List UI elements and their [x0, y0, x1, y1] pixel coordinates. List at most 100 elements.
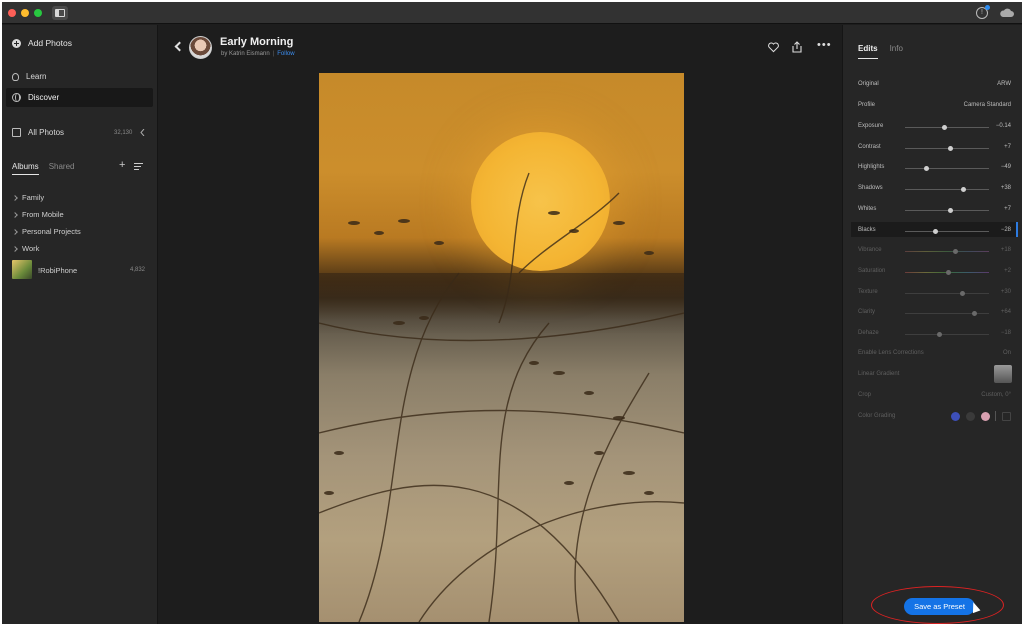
lens-corrections-value[interactable]: On: [1003, 350, 1011, 356]
slider-track[interactable]: [905, 269, 989, 275]
main-photo[interactable]: [319, 73, 684, 622]
zoom-window-button[interactable]: [34, 9, 42, 17]
original-label: Original: [858, 81, 879, 87]
slider-track[interactable]: [905, 332, 989, 337]
grass-silhouettes: [319, 172, 684, 622]
tab-shared[interactable]: Shared: [49, 162, 75, 175]
color-grading-label: Color Grading: [858, 413, 896, 419]
slider-row-blacks[interactable]: Blacks −28: [858, 226, 1011, 236]
close-window-button[interactable]: [8, 9, 16, 17]
slider-row-shadows[interactable]: Shadows +38: [858, 184, 1011, 194]
slider-value: −18: [1000, 330, 1011, 336]
slider-track[interactable]: [905, 290, 989, 296]
slider-row-saturation[interactable]: Saturation +2: [858, 267, 1011, 277]
lens-corrections-label: Enable Lens Corrections: [858, 350, 924, 356]
album-item[interactable]: From Mobile: [12, 210, 64, 219]
album-robiphone-label[interactable]: !RobiPhone: [38, 266, 77, 275]
add-album-icon[interactable]: +: [119, 159, 125, 171]
slider-knob[interactable]: [942, 125, 948, 130]
nav-all-photos[interactable]: All Photos: [12, 128, 64, 137]
photo-viewer: Early Morning by Katrin Eismann | Follow •…: [159, 25, 842, 624]
slider-label: Dehaze: [858, 330, 879, 336]
edit-tabs: Edits Info: [858, 44, 903, 59]
slider-row-dehaze[interactable]: Dehaze −18: [858, 329, 1011, 339]
notification-dot: [985, 5, 990, 10]
follow-link[interactable]: Follow: [277, 51, 294, 57]
panel-toggle-icon[interactable]: [52, 6, 68, 20]
slider-row-texture[interactable]: Texture +30: [858, 288, 1011, 298]
nav-learn[interactable]: Learn: [12, 72, 46, 81]
linear-gradient-row[interactable]: Linear Gradient: [858, 370, 1011, 380]
photos-icon: [12, 128, 21, 137]
album-thumbnail[interactable]: [12, 260, 32, 279]
slider-knob[interactable]: [960, 187, 966, 193]
album-label: Work: [22, 244, 40, 253]
slider-row-contrast[interactable]: Contrast +7: [858, 143, 1011, 153]
slider-knob[interactable]: [971, 311, 977, 317]
chevron-left-icon[interactable]: [140, 129, 145, 136]
crop-value: Custom, 0°: [981, 392, 1011, 398]
slider-track[interactable]: [905, 228, 989, 234]
crop-row[interactable]: Crop Custom, 0°: [858, 391, 1011, 401]
slider-row-highlights[interactable]: Highlights −49: [858, 163, 1011, 173]
minimize-window-button[interactable]: [21, 9, 29, 17]
cloud-icon[interactable]: [999, 8, 1015, 18]
avatar[interactable]: [189, 36, 212, 59]
slider-track[interactable]: [905, 125, 989, 130]
more-options-icon[interactable]: •••: [817, 39, 832, 51]
share-icon[interactable]: [791, 41, 803, 53]
tab-info[interactable]: Info: [890, 44, 903, 59]
chevron-right-icon: [12, 194, 18, 201]
slider-value: +38: [1000, 185, 1011, 192]
slider-track[interactable]: [905, 145, 989, 151]
album-item[interactable]: Personal Projects: [12, 227, 81, 236]
slider-track[interactable]: [905, 187, 989, 193]
slider-track[interactable]: [905, 207, 989, 213]
slider-knob[interactable]: [947, 207, 953, 213]
back-chevron-icon[interactable]: [174, 41, 185, 52]
byline: by Katrin Eismann | Follow: [221, 51, 295, 57]
slider-row-clarity[interactable]: Clarity +64: [858, 308, 1011, 318]
album-item[interactable]: Family: [12, 193, 44, 202]
heart-icon[interactable]: [768, 42, 779, 53]
color-grading-global-swatch[interactable]: [1002, 412, 1011, 421]
discover-label: Discover: [28, 93, 60, 102]
slider-knob[interactable]: [945, 269, 951, 275]
slider-knob[interactable]: [933, 228, 939, 234]
slider-knob[interactable]: [952, 249, 958, 255]
tab-albums[interactable]: Albums: [12, 162, 39, 175]
left-panel: Add Photos Learn Discover All Photos 32,…: [2, 25, 158, 624]
profile-label: Profile: [858, 102, 876, 108]
slider-knob[interactable]: [960, 290, 966, 296]
original-row: Original ARW: [858, 80, 1011, 90]
slider-track[interactable]: [905, 311, 989, 317]
color-grading-shadows-dot[interactable]: [951, 412, 960, 421]
add-photos-button[interactable]: Add Photos: [12, 38, 72, 48]
nav-discover[interactable]: Discover: [12, 93, 59, 102]
add-photos-label: Add Photos: [28, 38, 72, 48]
slider-track[interactable]: [905, 166, 989, 172]
linear-gradient-swatch[interactable]: [994, 365, 1012, 383]
profile-row[interactable]: Profile Camera Standard: [858, 101, 1011, 111]
slider-knob[interactable]: [937, 332, 943, 337]
chevron-right-icon: [12, 211, 18, 218]
slider-value: −28: [1000, 226, 1011, 233]
tab-edits[interactable]: Edits: [858, 44, 878, 59]
color-grading-highlights-dot[interactable]: [981, 412, 990, 421]
album-item[interactable]: Work: [12, 244, 40, 253]
slider-knob[interactable]: [947, 145, 953, 151]
color-grading-midtones-dot[interactable]: [966, 412, 975, 421]
slider-row-vibrance[interactable]: Vibrance +18: [858, 246, 1011, 256]
all-photos-label: All Photos: [28, 128, 65, 137]
slider-label: Contrast: [858, 143, 881, 150]
slider-track[interactable]: [905, 249, 989, 255]
save-as-preset-button[interactable]: Save as Preset: [904, 598, 975, 615]
author-label: by Katrin Eismann: [221, 51, 270, 57]
slider-row-whites[interactable]: Whites +7: [858, 205, 1011, 215]
slider-row-exposure[interactable]: Exposure −0.14: [858, 122, 1011, 132]
sort-icon[interactable]: [134, 163, 143, 170]
slider-value: +2: [1004, 267, 1011, 274]
lens-corrections-row[interactable]: Enable Lens Corrections On: [858, 349, 1011, 359]
slider-knob[interactable]: [924, 166, 929, 172]
profile-value[interactable]: Camera Standard: [964, 102, 1011, 108]
